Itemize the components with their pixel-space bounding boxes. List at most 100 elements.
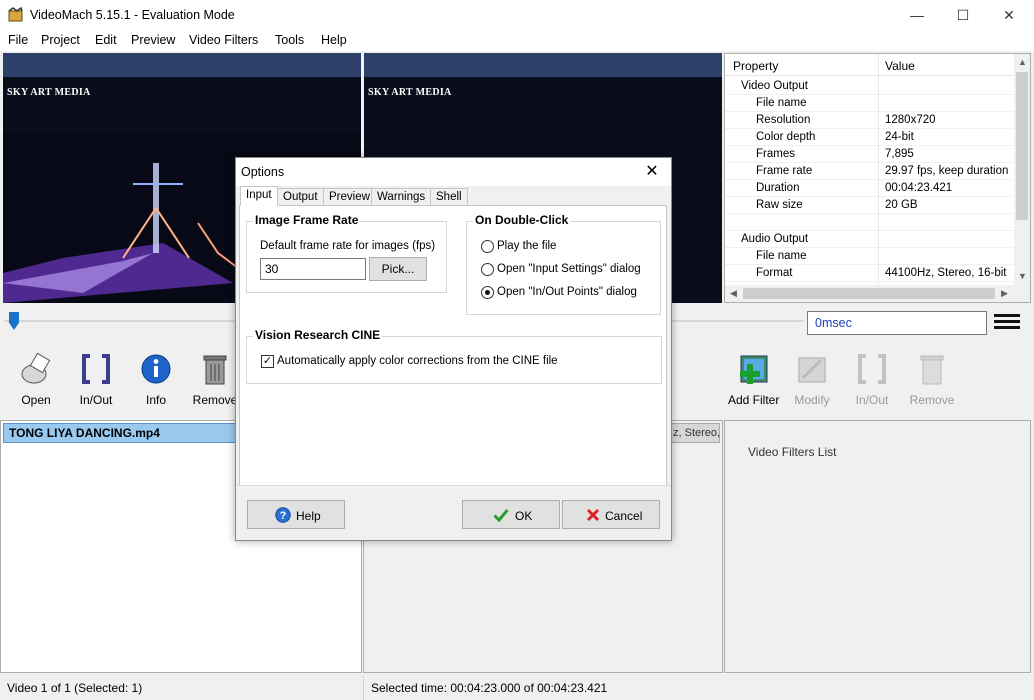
col-value: Value: [885, 59, 915, 73]
preview-caption: SKY ART MEDIA: [368, 87, 452, 98]
preview-caption: SKY ART MEDIA: [7, 87, 91, 98]
property-key: Format: [756, 267, 793, 279]
dialog-body: Input Output Preview Warnings Shell Imag…: [236, 186, 671, 513]
ok-label: OK: [515, 509, 533, 523]
ok-button[interactable]: OK: [462, 500, 560, 529]
property-value: 24-bit: [885, 131, 914, 143]
open-icon: [21, 352, 51, 384]
property-key: Audio Output: [741, 233, 809, 245]
radio-inout-points[interactable]: [481, 286, 494, 299]
property-value: 1280x720: [885, 114, 936, 126]
tab-input[interactable]: Input: [240, 186, 278, 206]
cancel-label: Cancel: [605, 509, 643, 523]
scroll-thumb[interactable]: [1016, 72, 1028, 220]
filter-remove-button[interactable]: Remove: [908, 352, 956, 407]
preview-strip: [364, 53, 722, 77]
horizontal-scrollbar[interactable]: ◀ ▶: [725, 285, 1030, 302]
info-label: Info: [145, 393, 166, 407]
menu-preview[interactable]: Preview: [131, 33, 175, 47]
remove-button[interactable]: Remove: [192, 352, 238, 407]
cine-checkbox[interactable]: ✓: [261, 355, 274, 368]
frame-rate-input[interactable]: 30: [260, 258, 366, 280]
property-value: 44100Hz, Stereo, 16-bit: [885, 267, 1007, 279]
info-button[interactable]: Info: [134, 352, 178, 407]
open-label: Open: [21, 393, 51, 407]
scroll-thumb[interactable]: [743, 288, 995, 299]
dialog-title: Options: [241, 165, 285, 179]
brackets-icon: [858, 354, 886, 384]
status-selected-time: Selected time: 00:04:23.000 of 00:04:23.…: [363, 676, 763, 700]
add-filter-icon: [740, 355, 768, 384]
scroll-left-icon[interactable]: ◀: [730, 288, 737, 299]
seek-thumb[interactable]: [9, 312, 19, 330]
property-row[interactable]: Raw size 20 GB: [725, 197, 1017, 214]
option-label[interactable]: Open "In/Out Points" dialog: [497, 286, 637, 298]
radio-play-file[interactable]: [481, 240, 494, 253]
trash-icon: [203, 355, 227, 385]
time-display[interactable]: 0msec: [807, 311, 987, 335]
minimize-button[interactable]: —: [894, 0, 940, 30]
property-key: Frame rate: [756, 165, 813, 177]
property-table[interactable]: Property Value Video Output File name Reso…: [724, 53, 1031, 303]
brackets-icon: [82, 354, 110, 384]
scroll-right-icon[interactable]: ▶: [1001, 288, 1008, 299]
property-key: Color depth: [756, 131, 816, 143]
option-label[interactable]: Open "Input Settings" dialog: [497, 263, 641, 275]
scroll-up-icon[interactable]: ▲: [1018, 57, 1027, 67]
audio-column-header[interactable]: z, Stereo,: [670, 423, 720, 443]
menu-file[interactable]: File: [8, 33, 28, 47]
property-row[interactable]: Audio Output: [725, 231, 1017, 248]
property-row[interactable]: Format 44100Hz, Stereo, 16-bit: [725, 265, 1017, 282]
cine-checkbox-label[interactable]: Automatically apply color corrections fr…: [277, 355, 558, 367]
filter-inout-button[interactable]: In/Out: [850, 352, 894, 407]
property-key: Resolution: [756, 114, 811, 126]
maximize-button[interactable]: ☐: [940, 0, 986, 30]
scroll-down-icon[interactable]: ▼: [1018, 271, 1027, 281]
vertical-scrollbar[interactable]: ▲ ▼: [1014, 54, 1030, 286]
pick-button[interactable]: Pick...: [369, 257, 427, 281]
property-row[interactable]: File name: [725, 95, 1017, 112]
double-click-title: On Double-Click: [473, 213, 571, 227]
property-row[interactable]: Frames 7,895: [725, 146, 1017, 163]
property-row[interactable]: Video Output: [725, 78, 1017, 95]
close-icon[interactable]: ✕: [639, 160, 665, 184]
status-videos: Video 1 of 1 (Selected: 1): [7, 681, 143, 695]
property-row[interactable]: Duration 00:04:23.421: [725, 180, 1017, 197]
tab-warnings[interactable]: Warnings: [371, 188, 432, 206]
dialog-footer: ? Help OK Cancel: [236, 485, 671, 540]
property-row[interactable]: Frame rate 29.97 fps, keep duration: [725, 163, 1017, 180]
menu-icon[interactable]: [994, 314, 1020, 330]
trash-icon: [920, 355, 944, 385]
frame-rate-title: Image Frame Rate: [253, 213, 361, 227]
property-row[interactable]: Resolution 1280x720: [725, 112, 1017, 129]
window-title: VideoMach 5.15.1 - Evaluation Mode: [30, 8, 235, 22]
option-label[interactable]: Play the file: [497, 240, 556, 252]
filters-placeholder: Video Filters List: [748, 445, 837, 459]
menu-project[interactable]: Project: [41, 33, 80, 47]
property-row[interactable]: File name: [725, 248, 1017, 265]
radio-input-settings[interactable]: [481, 263, 494, 276]
add-filter-label: Add Filter: [728, 393, 780, 407]
tab-shell[interactable]: Shell: [430, 188, 468, 206]
video-filters-list[interactable]: Video Filters List: [724, 420, 1031, 673]
menu-video-filters[interactable]: Video Filters: [189, 33, 258, 47]
cine-title: Vision Research CINE: [253, 328, 383, 342]
help-button[interactable]: ? Help: [247, 500, 345, 529]
property-row[interactable]: [725, 214, 1017, 231]
open-button[interactable]: Open: [14, 352, 58, 407]
menu-tools[interactable]: Tools: [275, 33, 304, 47]
preview-strip: [3, 53, 361, 77]
menu-edit[interactable]: Edit: [95, 33, 117, 47]
property-row[interactable]: Color depth 24-bit: [725, 129, 1017, 146]
tab-preview[interactable]: Preview: [323, 188, 376, 206]
inout-button[interactable]: In/Out: [74, 352, 118, 407]
close-button[interactable]: ✕: [986, 0, 1032, 30]
frame-rate-group: Image Frame Rate Default frame rate for …: [246, 213, 447, 293]
menu-help[interactable]: Help: [321, 33, 347, 47]
cancel-button[interactable]: Cancel: [562, 500, 660, 529]
cine-group: Vision Research CINE ✓ Automatically app…: [246, 328, 662, 384]
modify-button[interactable]: Modify: [790, 352, 834, 407]
options-dialog: Options ✕ Input Output Preview Warnings …: [235, 157, 672, 541]
add-filter-button[interactable]: Add Filter: [728, 352, 780, 407]
tab-output[interactable]: Output: [277, 188, 324, 206]
